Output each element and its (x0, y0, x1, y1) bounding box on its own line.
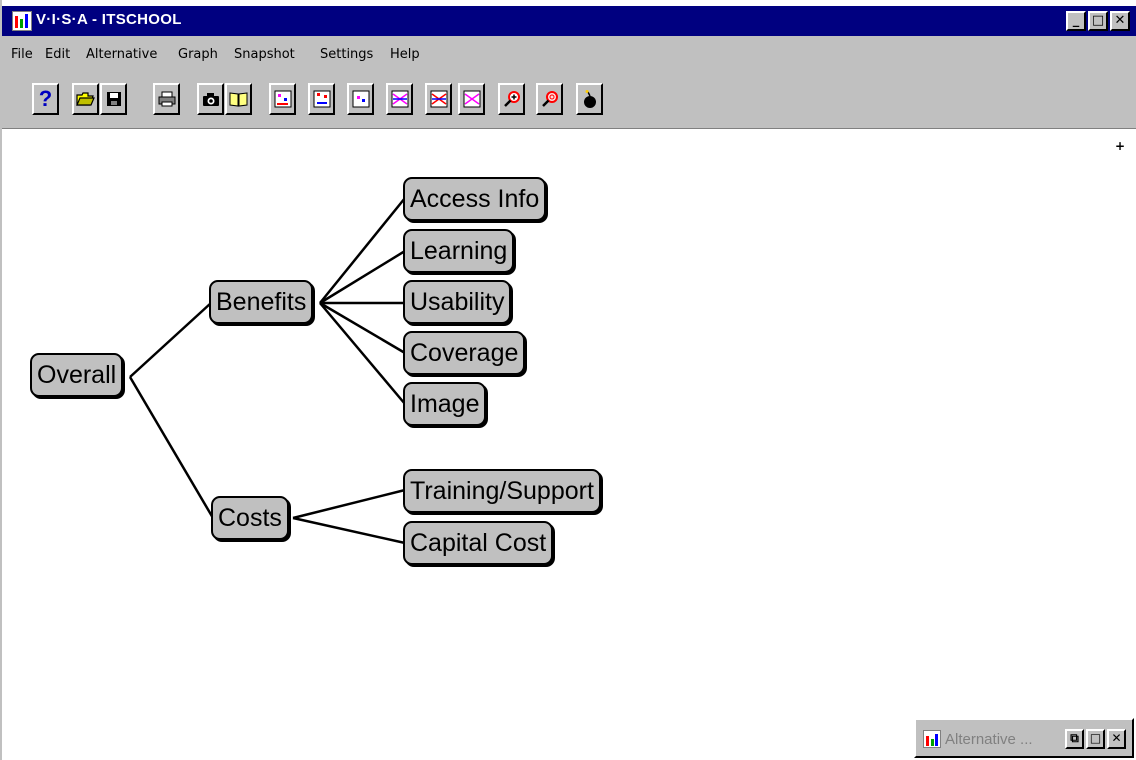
edge-benefits-access-info (319, 197, 406, 304)
restore-button[interactable]: ⧉ (1065, 729, 1084, 749)
minimized-window-controls: ⧉ □ ✕ (1065, 729, 1126, 749)
app-window: V·I·S·A - ITSCHOOL _ □ ✕ File Edit Alter… (0, 0, 1136, 760)
node-access-info[interactable]: Access Info (403, 177, 547, 221)
edge-benefits-coverage (319, 301, 406, 355)
node-training-support[interactable]: Training/Support (403, 469, 601, 513)
mini-close-button[interactable]: ✕ (1107, 729, 1126, 749)
node-image[interactable]: Image (403, 382, 487, 426)
chart-app-icon[interactable] (923, 730, 941, 748)
node-coverage[interactable]: Coverage (403, 331, 526, 375)
minimized-window-title: Alternative ... (945, 731, 1033, 748)
minimized-alternative-window[interactable]: Alternative ... ⧉ □ ✕ (914, 718, 1134, 758)
node-benefits[interactable]: Benefits (209, 280, 314, 324)
mini-maximize-button[interactable]: □ (1086, 729, 1105, 749)
edge-overall-benefits (129, 302, 212, 378)
node-capital-cost[interactable]: Capital Cost (403, 521, 554, 565)
edge-benefits-learning (319, 249, 406, 305)
edge-costs-capital-cost (292, 516, 406, 545)
node-costs[interactable]: Costs (211, 496, 289, 540)
edge-costs-training-support (292, 488, 406, 520)
tree-connectors (128, 197, 406, 545)
node-usability[interactable]: Usability (403, 280, 512, 324)
edge-overall-costs (128, 376, 215, 519)
edge-benefits-image (319, 302, 406, 405)
node-overall[interactable]: Overall (30, 353, 124, 397)
node-learning[interactable]: Learning (403, 229, 515, 273)
